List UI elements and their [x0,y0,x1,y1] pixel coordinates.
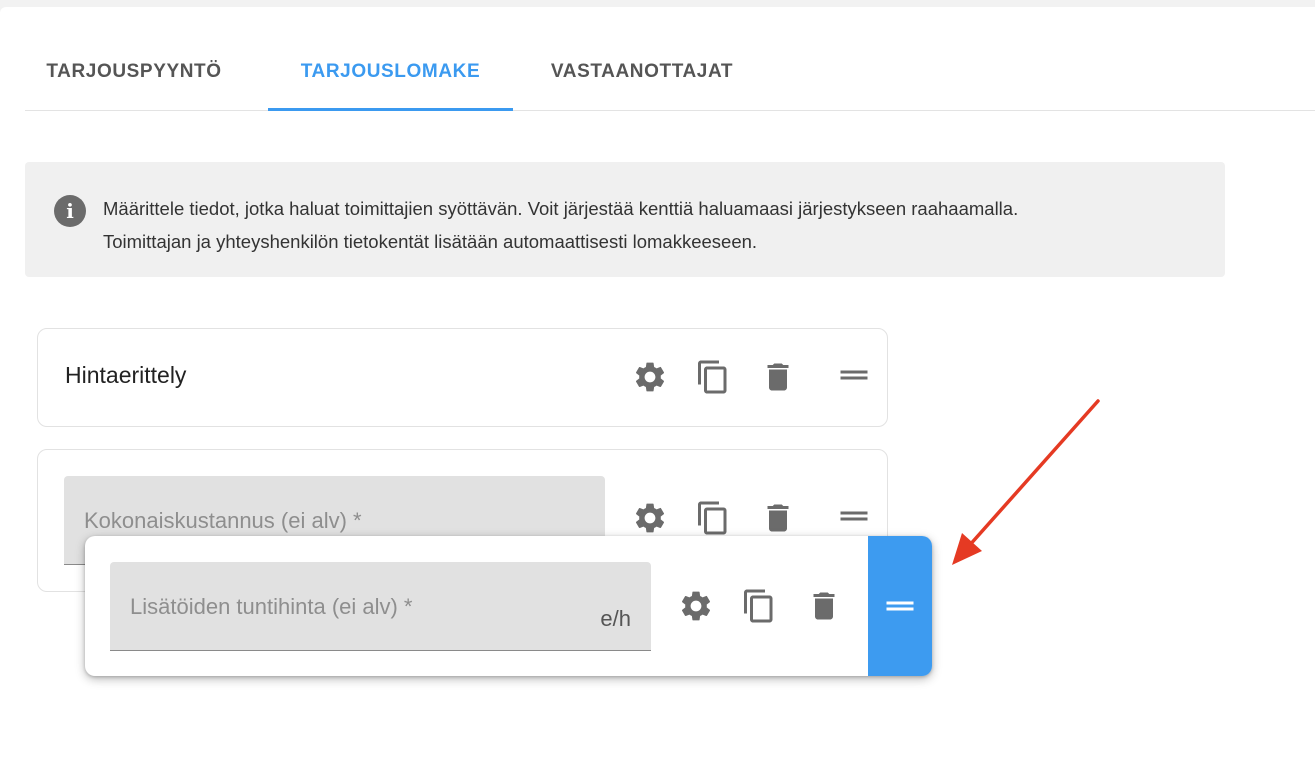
tab-bar: TARJOUSPYYNTÖ TARJOUSLOMAKE VASTAANOTTAJ… [25,7,1315,111]
copy-icon[interactable] [695,359,731,395]
copy-icon[interactable] [741,588,777,624]
tab-tarjouslomake[interactable]: TARJOUSLOMAKE [268,7,513,111]
lisatyo-tuntihinta-field[interactable]: Lisätöiden tuntihinta (ei alv) * e/h [110,562,651,651]
dragged-field-card[interactable]: Lisätöiden tuntihinta (ei alv) * e/h [85,536,932,676]
drag-handle-icon[interactable] [836,498,872,534]
gear-icon[interactable] [632,359,668,395]
copy-icon[interactable] [695,500,731,536]
trash-icon[interactable] [760,359,796,395]
drag-handle-icon[interactable] [836,357,872,393]
drag-handle-icon [882,588,918,624]
trash-icon[interactable] [760,500,796,536]
form-section-card: Hintaerittely [37,328,888,427]
section-title: Hintaerittely [65,362,187,388]
annotation-arrow [952,399,1100,565]
field-unit: e/h [600,606,631,631]
tab-tarjouspyynto[interactable]: TARJOUSPYYNTÖ [25,7,243,110]
info-text: Määrittele tiedot, jotka haluat toimitta… [103,192,1203,258]
info-banner: i Määrittele tiedot, jotka haluat toimit… [25,162,1225,277]
drag-handle-button[interactable] [868,536,932,676]
info-line-1: Määrittele tiedot, jotka haluat toimitta… [103,198,1019,219]
info-icon: i [54,195,86,227]
field-label: Kokonaiskustannus (ei alv) * [84,508,362,533]
trash-icon[interactable] [806,588,842,624]
tab-vastaanottajat[interactable]: VASTAANOTTAJAT [527,7,757,110]
page: TARJOUSPYYNTÖ TARJOUSLOMAKE VASTAANOTTAJ… [0,7,1315,767]
info-line-2: Toimittajan ja yhteyshenkilön tietokentä… [103,231,758,252]
field-label: Lisätöiden tuntihinta (ei alv) * [130,594,413,619]
gear-icon[interactable] [632,500,668,536]
gear-icon[interactable] [678,588,714,624]
